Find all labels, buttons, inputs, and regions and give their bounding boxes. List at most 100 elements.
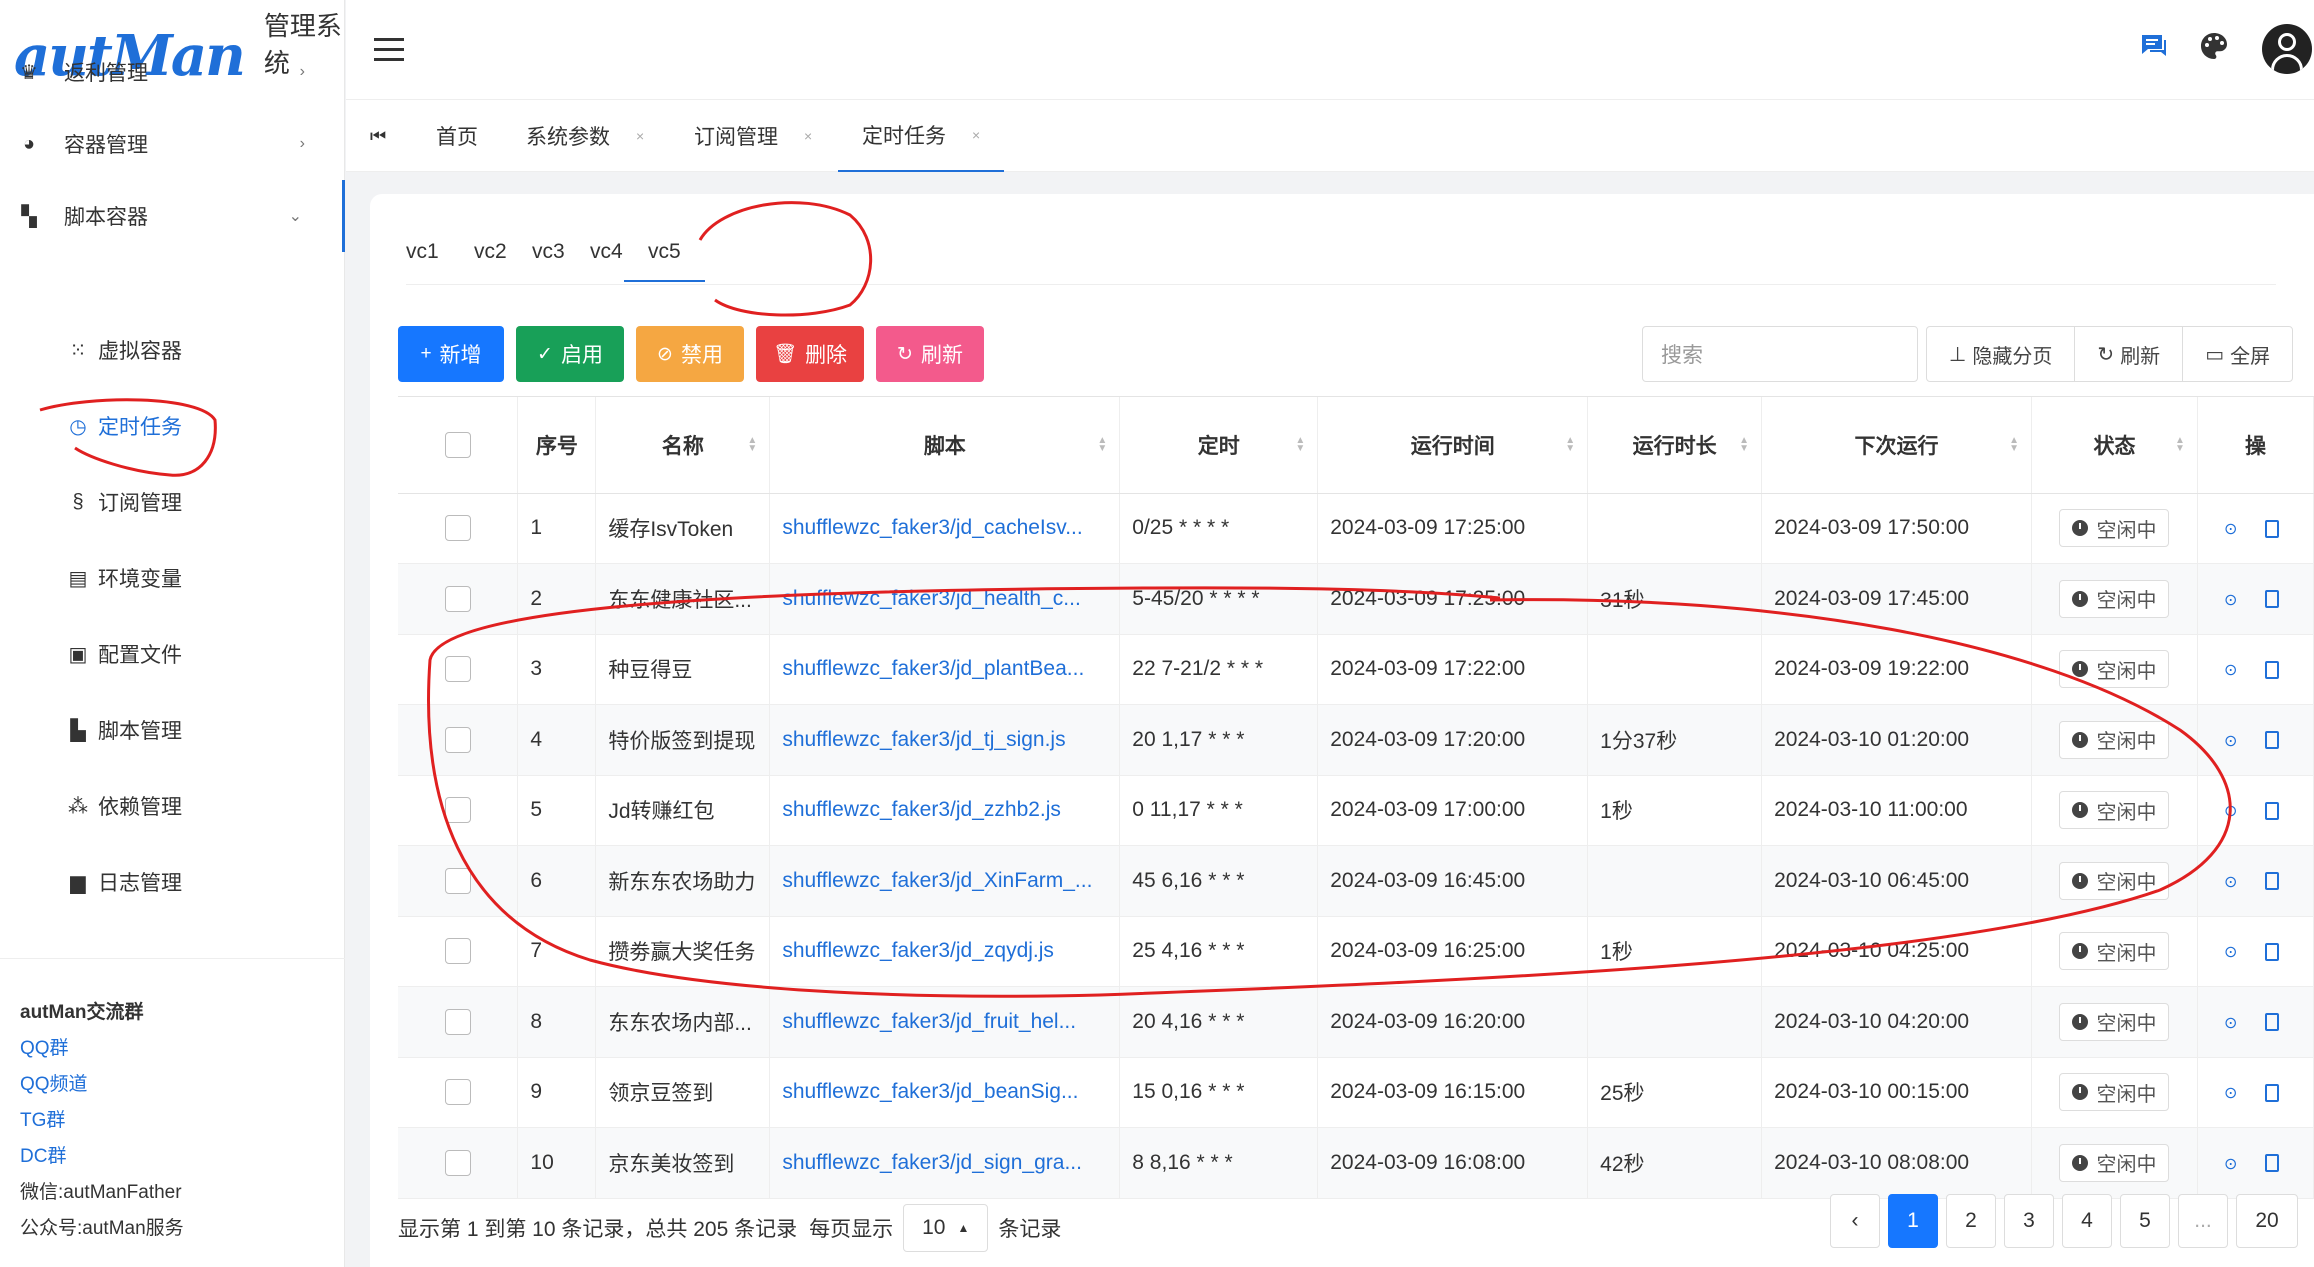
page-prev-button[interactable]: ‹: [1830, 1194, 1880, 1248]
sidebar-item-env-vars[interactable]: ▤ 环境变量: [0, 540, 345, 616]
script-link[interactable]: shufflewzc_faker3/jd_sign_gra...: [782, 1151, 1082, 1174]
play-circle-icon[interactable]: ⊙: [2224, 592, 2237, 609]
script-link[interactable]: shufflewzc_faker3/jd_XinFarm_...: [782, 869, 1092, 892]
group-link-qq[interactable]: QQ群: [20, 1031, 184, 1067]
status-badge[interactable]: 空闲中: [2059, 791, 2170, 830]
status-badge[interactable]: 空闲中: [2059, 720, 2170, 759]
page-button[interactable]: 2: [1946, 1194, 1996, 1248]
sort-icon[interactable]: ▲ ▼: [1295, 436, 1305, 454]
table-row[interactable]: 6 新东东农场助力 shufflewzc_faker3/jd_XinFarm_...…: [398, 845, 2314, 917]
add-button[interactable]: + 新增: [398, 326, 504, 382]
sidebar-item-container[interactable]: ◕ 容器管理 ›: [0, 108, 345, 180]
table-row[interactable]: 4 特价版签到提现 shufflewzc_faker3/jd_tj_sign.js 2…: [398, 704, 2314, 776]
play-circle-icon[interactable]: ⊙: [2224, 1156, 2237, 1173]
group-link-qq-channel[interactable]: QQ频道: [20, 1067, 184, 1103]
page-button[interactable]: 3: [2004, 1194, 2054, 1248]
col-next-header[interactable]: 下次运行 ▲ ▼: [1761, 397, 2033, 494]
menu-toggle-icon[interactable]: [374, 38, 404, 62]
col-runtime-header[interactable]: 运行时间 ▲ ▼: [1317, 397, 1589, 494]
sidebar-item-scheduled-tasks[interactable]: ◷ 定时任务: [0, 388, 345, 464]
subtab-vc1[interactable]: vc1: [406, 238, 439, 282]
sort-icon[interactable]: ▲ ▼: [2175, 436, 2185, 454]
edit-icon[interactable]: [2265, 731, 2280, 750]
row-checkbox[interactable]: [444, 867, 471, 894]
status-badge[interactable]: 空闲中: [2059, 932, 2170, 971]
status-badge[interactable]: 空闲中: [2059, 1073, 2170, 1112]
edit-icon[interactable]: [2265, 519, 2280, 538]
enable-button[interactable]: ✓ 启用: [516, 326, 624, 382]
script-link[interactable]: shufflewzc_faker3/jd_zzhb2.js: [782, 798, 1061, 821]
play-circle-icon[interactable]: ⊙: [2224, 944, 2237, 961]
status-badge[interactable]: 空闲中: [2059, 579, 2170, 618]
status-badge[interactable]: 空闲中: [2059, 861, 2170, 900]
play-circle-icon[interactable]: ⊙: [2224, 803, 2237, 820]
sidebar-item-script-container[interactable]: ▚ 脚本容器 ⌄: [0, 180, 345, 252]
sidebar-item-logs[interactable]: ▆ 日志管理: [0, 844, 345, 920]
script-link[interactable]: shufflewzc_faker3/jd_cacheIsv...: [782, 516, 1082, 539]
row-checkbox[interactable]: [444, 585, 471, 612]
script-link[interactable]: shufflewzc_faker3/jd_fruit_hel...: [782, 1010, 1076, 1033]
search-input[interactable]: 搜索: [1642, 326, 1918, 382]
edit-icon[interactable]: [2265, 1013, 2280, 1032]
sort-icon[interactable]: ▲ ▼: [1565, 436, 1575, 454]
edit-icon[interactable]: [2265, 942, 2280, 961]
sidebar-item-subscriptions[interactable]: § 订阅管理: [0, 464, 345, 540]
script-link[interactable]: shufflewzc_faker3/jd_zqydj.js: [782, 939, 1054, 962]
chat-icon[interactable]: [2138, 30, 2170, 62]
row-checkbox[interactable]: [444, 797, 471, 824]
page-button[interactable]: 4: [2062, 1194, 2112, 1248]
sort-icon[interactable]: ▲ ▼: [747, 436, 757, 454]
subtab-vc5[interactable]: vc5: [624, 238, 705, 282]
sidebar-item-script-mgmt[interactable]: ▙ 脚本管理: [0, 692, 345, 768]
status-badge[interactable]: 空闲中: [2059, 509, 2170, 548]
delete-button[interactable]: 🗑 删除: [756, 326, 864, 382]
col-name-header[interactable]: 名称 ▲ ▼: [595, 397, 771, 494]
page-button[interactable]: 20: [2236, 1194, 2298, 1248]
table-row[interactable]: 3 种豆得豆 shufflewzc_faker3/jd_plantBea... 22 …: [398, 634, 2314, 705]
col-no-header[interactable]: 序号: [517, 397, 597, 494]
col-duration-header[interactable]: 运行时长 ▲ ▼: [1587, 397, 1763, 494]
row-checkbox[interactable]: [444, 726, 471, 753]
close-icon[interactable]: ×: [804, 128, 812, 144]
table-refresh-button[interactable]: ↻ 刷新: [2075, 327, 2184, 381]
edit-icon[interactable]: [2265, 1083, 2280, 1102]
close-icon[interactable]: ×: [636, 128, 644, 144]
status-badge[interactable]: 空闲中: [2059, 1002, 2170, 1041]
edit-icon[interactable]: [2265, 872, 2280, 891]
user-avatar[interactable]: [2262, 24, 2312, 74]
page-size-select[interactable]: 10 ▲: [903, 1204, 989, 1252]
script-link[interactable]: shufflewzc_faker3/jd_health_c...: [782, 587, 1080, 610]
tab-subscriptions[interactable]: 订阅管理 ×: [694, 100, 812, 172]
page-button[interactable]: 1: [1888, 1194, 1938, 1248]
refresh-button[interactable]: ↻ 刷新: [876, 326, 984, 382]
close-icon[interactable]: ×: [972, 127, 980, 143]
table-row[interactable]: 9 领京豆签到 shufflewzc_faker3/jd_beanSig... 15 …: [398, 1057, 2314, 1128]
script-link[interactable]: shufflewzc_faker3/jd_tj_sign.js: [782, 728, 1065, 751]
sort-icon[interactable]: ▲ ▼: [2009, 436, 2019, 454]
play-circle-icon[interactable]: ⊙: [2224, 874, 2237, 891]
edit-icon[interactable]: [2265, 801, 2280, 820]
table-row[interactable]: 1 缓存IsvToken shufflewzc_faker3/jd_cacheIsv…: [398, 493, 2314, 564]
row-checkbox[interactable]: [444, 1008, 471, 1035]
table-row[interactable]: 5 Jd转赚红包 shufflewzc_faker3/jd_zzhb2.js 0 11…: [398, 775, 2314, 846]
col-cron-header[interactable]: 定时 ▲ ▼: [1119, 397, 1319, 494]
subtab-vc3[interactable]: vc3: [532, 238, 565, 282]
row-checkbox[interactable]: [444, 656, 471, 683]
col-status-header[interactable]: 状态 ▲ ▼: [2031, 397, 2198, 494]
sidebar-item-deps[interactable]: ⁂ 依赖管理: [0, 768, 345, 844]
row-checkbox[interactable]: [444, 938, 471, 965]
table-row[interactable]: 2 东东健康社区... shufflewzc_faker3/jd_health_c.…: [398, 563, 2314, 635]
status-badge[interactable]: 空闲中: [2059, 650, 2170, 689]
page-button[interactable]: 5: [2120, 1194, 2170, 1248]
edit-icon[interactable]: [2265, 590, 2280, 609]
play-circle-icon[interactable]: ⊙: [2224, 662, 2237, 679]
select-all-checkbox[interactable]: [444, 431, 471, 458]
palette-icon[interactable]: [2198, 30, 2230, 62]
sort-icon[interactable]: ▲ ▼: [1739, 436, 1749, 454]
row-checkbox[interactable]: [444, 515, 471, 542]
sidebar-item-virtual-container[interactable]: ⁙ 虚拟容器: [0, 312, 345, 388]
subtab-vc2[interactable]: vc2: [474, 238, 507, 282]
edit-icon[interactable]: [2265, 1154, 2280, 1173]
tab-system-params[interactable]: 系统参数 ×: [526, 100, 644, 172]
tab-scheduled-tasks[interactable]: 定时任务 ×: [838, 100, 1005, 172]
